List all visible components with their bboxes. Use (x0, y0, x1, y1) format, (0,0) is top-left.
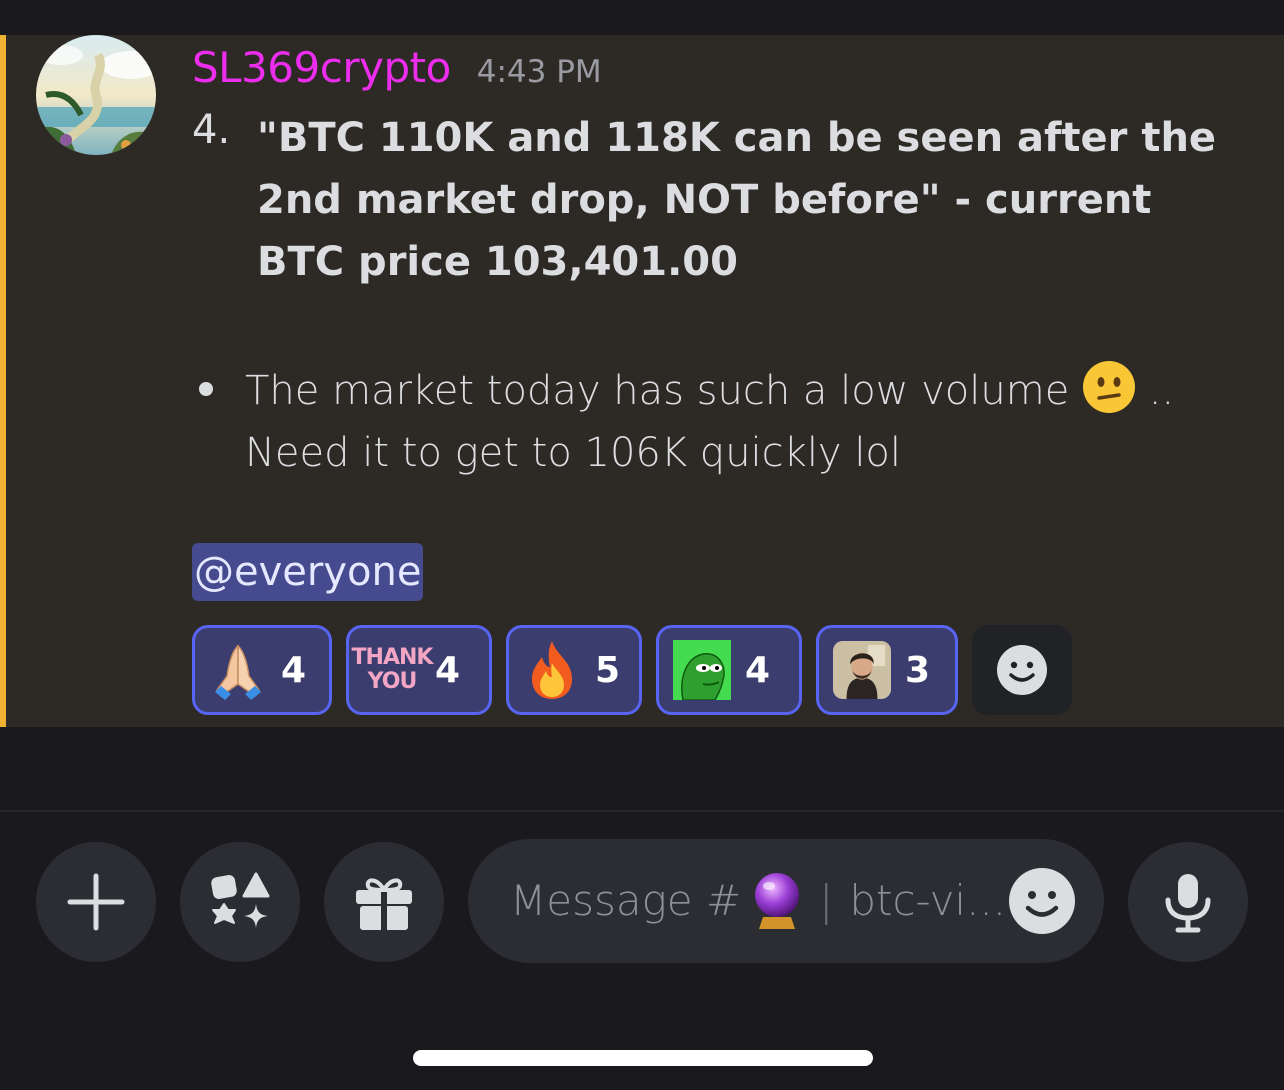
avatar[interactable] (36, 35, 156, 155)
bullet-text: The market today has such a low volume .… (245, 360, 1245, 484)
apps-icon (211, 872, 270, 928)
chat-message[interactable]: SL369crypto 4:43 PM 4. "BTC 110K and 118… (0, 35, 1284, 727)
avatar-image (36, 35, 156, 155)
reaction-count: 5 (595, 649, 621, 691)
add-reaction-button[interactable] (972, 625, 1072, 715)
mention-highlight-bar (0, 35, 6, 727)
top-bar (0, 0, 1284, 35)
bullet-text-part-2: .. (1148, 368, 1175, 414)
reaction-count: 3 (905, 649, 931, 691)
attach-button[interactable] (36, 842, 156, 962)
confused-face-icon (1083, 361, 1136, 413)
reaction-count: 4 (745, 649, 771, 691)
reaction-folded-hands[interactable]: 4 (192, 625, 332, 715)
voice-message-button[interactable] (1128, 842, 1248, 962)
fire-icon (523, 639, 581, 701)
list-text: "BTC 110K and 118K can be seen after the… (257, 115, 1217, 285)
smile-icon (997, 645, 1047, 695)
gift-button[interactable] (324, 842, 444, 962)
list-number: 4. (192, 107, 231, 153)
bullet-text-part-1: The market today has such a low volume (245, 368, 1070, 414)
reaction-count: 4 (435, 649, 461, 691)
message-composer: Message # | btc-vi... (0, 812, 1284, 1090)
username[interactable]: SL369crypto (192, 43, 451, 92)
home-indicator[interactable] (413, 1050, 873, 1066)
man-portrait-icon (833, 639, 891, 701)
emoji-picker-icon[interactable] (1008, 867, 1076, 935)
microphone-icon (1165, 874, 1211, 933)
reaction-fire[interactable]: 5 (506, 625, 642, 715)
plus-icon (67, 873, 125, 931)
bullet-dot (199, 382, 213, 396)
reaction-green-frog[interactable]: 4 (656, 625, 802, 715)
reactions-bar: 4 THANK YOU 4 5 4 3 (192, 625, 1072, 715)
thank-line-1: THANK (351, 645, 434, 670)
placeholder-separator: | (819, 876, 834, 925)
placeholder-channel: btc-vi... (849, 876, 1007, 925)
message-placeholder: Message # | btc-vi... (510, 839, 1006, 963)
bullet-text-part-3: Need it to get to 106K quickly lol (245, 430, 902, 476)
thank-you-sticker-icon: THANK YOU (352, 639, 434, 701)
everyone-mention[interactable]: @everyone (192, 543, 424, 601)
green-frog-icon (673, 639, 731, 701)
apps-button[interactable] (180, 842, 300, 962)
crystal-ball-icon (755, 873, 800, 929)
reaction-count: 4 (281, 649, 307, 691)
timestamp: 4:43 PM (476, 54, 602, 90)
folded-hands-icon (209, 639, 267, 701)
message-header: SL369crypto 4:43 PM (192, 43, 602, 103)
reaction-man-portrait[interactable]: 3 (816, 625, 958, 715)
placeholder-prefix: Message # (510, 876, 742, 925)
message-input[interactable]: Message # | btc-vi... (468, 839, 1104, 963)
reaction-thank-you[interactable]: THANK YOU 4 (346, 625, 492, 715)
thank-line-2: YOU (367, 669, 418, 694)
gift-icon (356, 878, 412, 930)
